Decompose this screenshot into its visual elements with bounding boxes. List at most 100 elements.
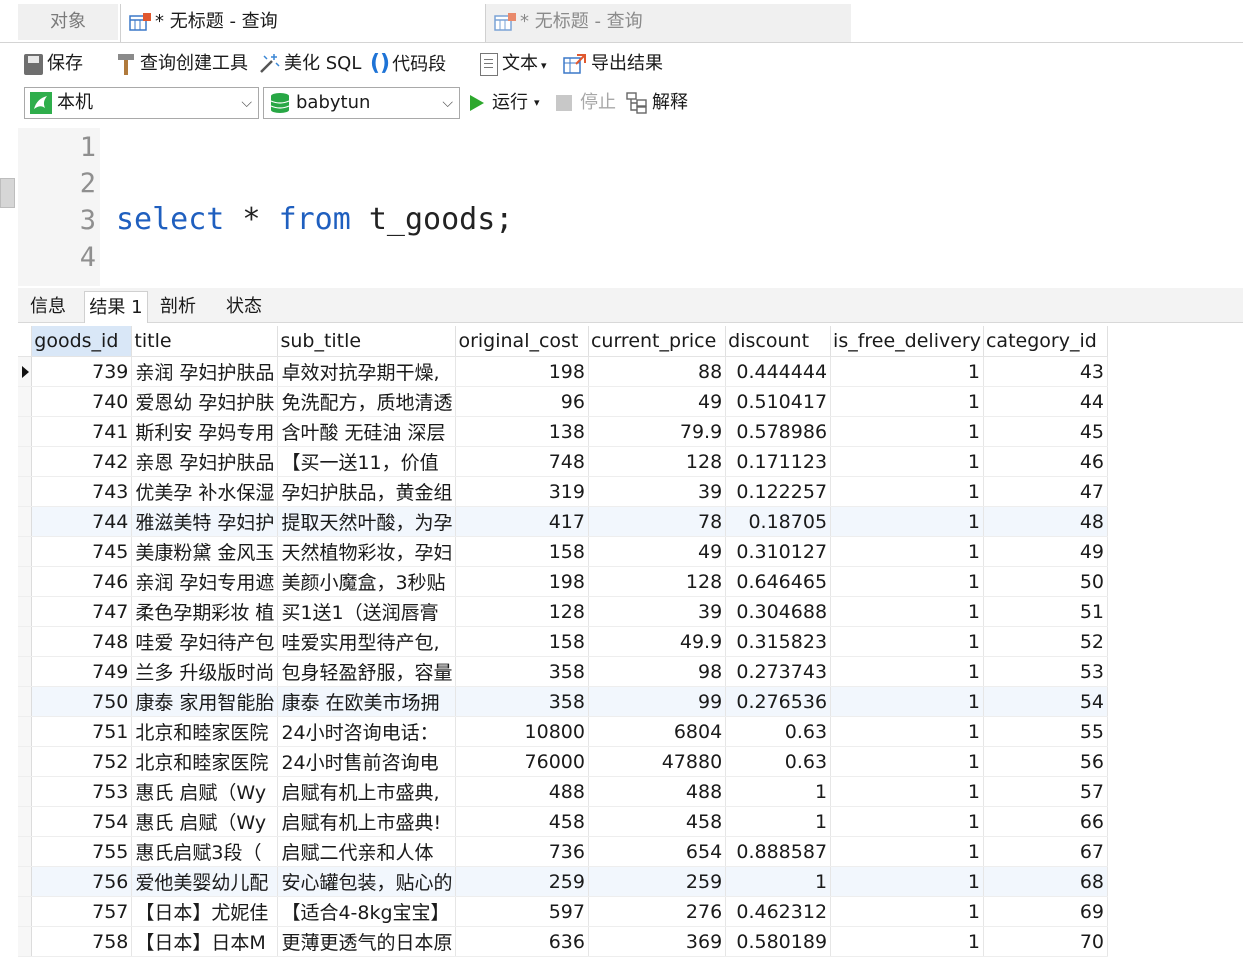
tab-info[interactable]: 信息 [20, 291, 76, 322]
cell-current-price[interactable]: 39 [588, 476, 727, 507]
beautify-sql-button[interactable]: 美化 SQL [258, 44, 361, 84]
cell-original-cost[interactable]: 417 [455, 506, 589, 537]
cell-is-free-delivery[interactable]: 1 [830, 746, 984, 777]
cell-discount[interactable]: 0.888587 [725, 836, 832, 867]
cell-discount[interactable]: 0.444444 [725, 356, 832, 387]
column-header-discount[interactable]: discount [725, 326, 832, 357]
cell-category-id[interactable]: 67 [983, 836, 1109, 867]
cell-original-cost[interactable]: 597 [455, 896, 589, 927]
cell-discount[interactable]: 0.580189 [725, 926, 832, 957]
table-row[interactable]: 754 惠氏 启赋（Wy 启赋有机上市盛典! 458 458 1 1 66 [18, 806, 1109, 837]
cell-original-cost[interactable]: 158 [455, 536, 589, 567]
row-marker[interactable] [18, 356, 33, 387]
column-header-current-price[interactable]: current_price [588, 326, 727, 357]
column-header-category-id[interactable]: category_id [983, 326, 1109, 357]
cell-sub-title[interactable]: 安心罐包装，贴心的 [277, 866, 457, 897]
row-marker[interactable] [18, 746, 33, 777]
table-row[interactable]: 744 雅滋美特 孕妇护 提取天然叶酸，为孕 417 78 0.18705 1 48 [18, 506, 1109, 537]
cell-category-id[interactable]: 51 [983, 596, 1109, 627]
column-header-sub-title[interactable]: sub_title [277, 326, 457, 357]
row-marker[interactable] [18, 836, 33, 867]
stop-button[interactable]: 停止 [556, 85, 616, 121]
cell-original-cost[interactable]: 198 [455, 566, 589, 597]
cell-category-id[interactable]: 49 [983, 536, 1109, 567]
run-button[interactable]: 运行 ▾ [470, 85, 540, 121]
cell-original-cost[interactable]: 76000 [455, 746, 589, 777]
cell-category-id[interactable]: 69 [983, 896, 1109, 927]
cell-title[interactable]: 爱他美婴幼儿配 [131, 866, 279, 897]
cell-original-cost[interactable]: 458 [455, 806, 589, 837]
cell-discount[interactable]: 0.273743 [725, 656, 832, 687]
query-builder-button[interactable]: 查询创建工具 [116, 44, 248, 84]
cell-discount[interactable]: 0.18705 [725, 506, 832, 537]
cell-goods-id[interactable]: 739 [31, 356, 133, 387]
connection-select[interactable]: 本机 ⌵ [24, 87, 259, 119]
cell-original-cost[interactable]: 748 [455, 446, 589, 477]
cell-current-price[interactable]: 488 [588, 776, 727, 807]
table-row[interactable]: 755 惠氏启赋3段（ 启赋二代亲和人体 736 654 0.888587 1 67 [18, 836, 1109, 867]
row-marker[interactable] [18, 386, 33, 417]
table-row[interactable]: 741 斯利安 孕妈专用 含叶酸 无硅油 深层 138 79.9 0.578986 1 45 [18, 416, 1109, 447]
cell-original-cost[interactable]: 10800 [455, 716, 589, 747]
cell-original-cost[interactable]: 158 [455, 626, 589, 657]
cell-is-free-delivery[interactable]: 1 [830, 776, 984, 807]
tab-query-active[interactable]: * 无标题 - 查询 [120, 4, 486, 42]
row-marker[interactable] [18, 476, 33, 507]
cell-is-free-delivery[interactable]: 1 [830, 386, 984, 417]
cell-sub-title[interactable]: 免洗配方，质地清透 [277, 386, 457, 417]
cell-title[interactable]: 康泰 家用智能胎 [131, 686, 279, 717]
cell-original-cost[interactable]: 358 [455, 656, 589, 687]
cell-goods-id[interactable]: 753 [31, 776, 133, 807]
cell-is-free-delivery[interactable]: 1 [830, 536, 984, 567]
cell-category-id[interactable]: 48 [983, 506, 1109, 537]
cell-category-id[interactable]: 53 [983, 656, 1109, 687]
table-row[interactable]: 746 亲润 孕妇专用遮 美颜小魔盒，3秒贴 198 128 0.646465 1 50 [18, 566, 1109, 597]
row-marker[interactable] [18, 806, 33, 837]
table-row[interactable]: 753 惠氏 启赋（Wy 启赋有机上市盛典, 488 488 1 1 57 [18, 776, 1109, 807]
table-row[interactable]: 747 柔色孕期彩妆 植买1送1（送润唇膏 128 39 0.304688 1 51 [18, 596, 1109, 627]
cell-is-free-delivery[interactable]: 1 [830, 686, 984, 717]
row-marker[interactable] [18, 776, 33, 807]
cell-goods-id[interactable]: 749 [31, 656, 133, 687]
cell-goods-id[interactable]: 747 [31, 596, 133, 627]
cell-sub-title[interactable]: 美颜小魔盒，3秒贴 [277, 566, 457, 597]
cell-title[interactable]: 惠氏 启赋（Wy [131, 776, 279, 807]
cell-goods-id[interactable]: 755 [31, 836, 133, 867]
splitter-handle[interactable] [0, 178, 15, 208]
cell-sub-title[interactable]: 启赋有机上市盛典! [277, 806, 457, 837]
cell-current-price[interactable]: 276 [588, 896, 727, 927]
cell-current-price[interactable]: 259 [588, 866, 727, 897]
cell-title[interactable]: 【日本】尤妮佳 [131, 896, 279, 927]
table-row[interactable]: 751 北京和睦家医院 24小时咨询电话： 10800 6804 0.63 1 55 [18, 716, 1109, 747]
cell-original-cost[interactable]: 358 [455, 686, 589, 717]
cell-title[interactable]: 爱恩幼 孕妇护肤 [131, 386, 279, 417]
cell-original-cost[interactable]: 198 [455, 356, 589, 387]
table-row[interactable]: 743 优美孕 补水保湿 孕妇护肤品，黄金组 319 39 0.122257 1 47 [18, 476, 1109, 507]
cell-sub-title[interactable]: 卓效对抗孕期干燥, [277, 356, 457, 387]
cell-goods-id[interactable]: 743 [31, 476, 133, 507]
cell-current-price[interactable]: 78 [588, 506, 727, 537]
cell-is-free-delivery[interactable]: 1 [830, 416, 984, 447]
cell-title[interactable]: 【日本】日本M [131, 926, 279, 957]
cell-discount[interactable]: 0.304688 [725, 596, 832, 627]
run-dropdown-icon[interactable]: ▾ [534, 96, 540, 109]
cell-sub-title[interactable]: 提取天然叶酸，为孕 [277, 506, 457, 537]
row-marker[interactable] [18, 686, 33, 717]
cell-discount[interactable]: 0.510417 [725, 386, 832, 417]
cell-sub-title[interactable]: 买1送1（送润唇膏 [277, 596, 457, 627]
row-marker[interactable] [18, 626, 33, 657]
cell-sub-title[interactable]: 天然植物彩妆，孕妇 [277, 536, 457, 567]
export-results-button[interactable]: 导出结果 [563, 44, 663, 84]
cell-sub-title[interactable]: 康泰 在欧美市场拥 [277, 686, 457, 717]
row-marker[interactable] [18, 716, 33, 747]
cell-is-free-delivery[interactable]: 1 [830, 926, 984, 957]
table-row[interactable]: 742 亲恩 孕妇护肤品 【买一送11，价值 748 128 0.171123 1 46 [18, 446, 1109, 477]
cell-sub-title[interactable]: 包身轻盈舒服，容量 [277, 656, 457, 687]
cell-original-cost[interactable]: 96 [455, 386, 589, 417]
cell-current-price[interactable]: 39 [588, 596, 727, 627]
cell-original-cost[interactable]: 138 [455, 416, 589, 447]
cell-current-price[interactable]: 49.9 [588, 626, 727, 657]
cell-discount[interactable]: 0.578986 [725, 416, 832, 447]
cell-discount[interactable]: 1 [725, 866, 832, 897]
cell-title[interactable]: 北京和睦家医院 [131, 746, 279, 777]
